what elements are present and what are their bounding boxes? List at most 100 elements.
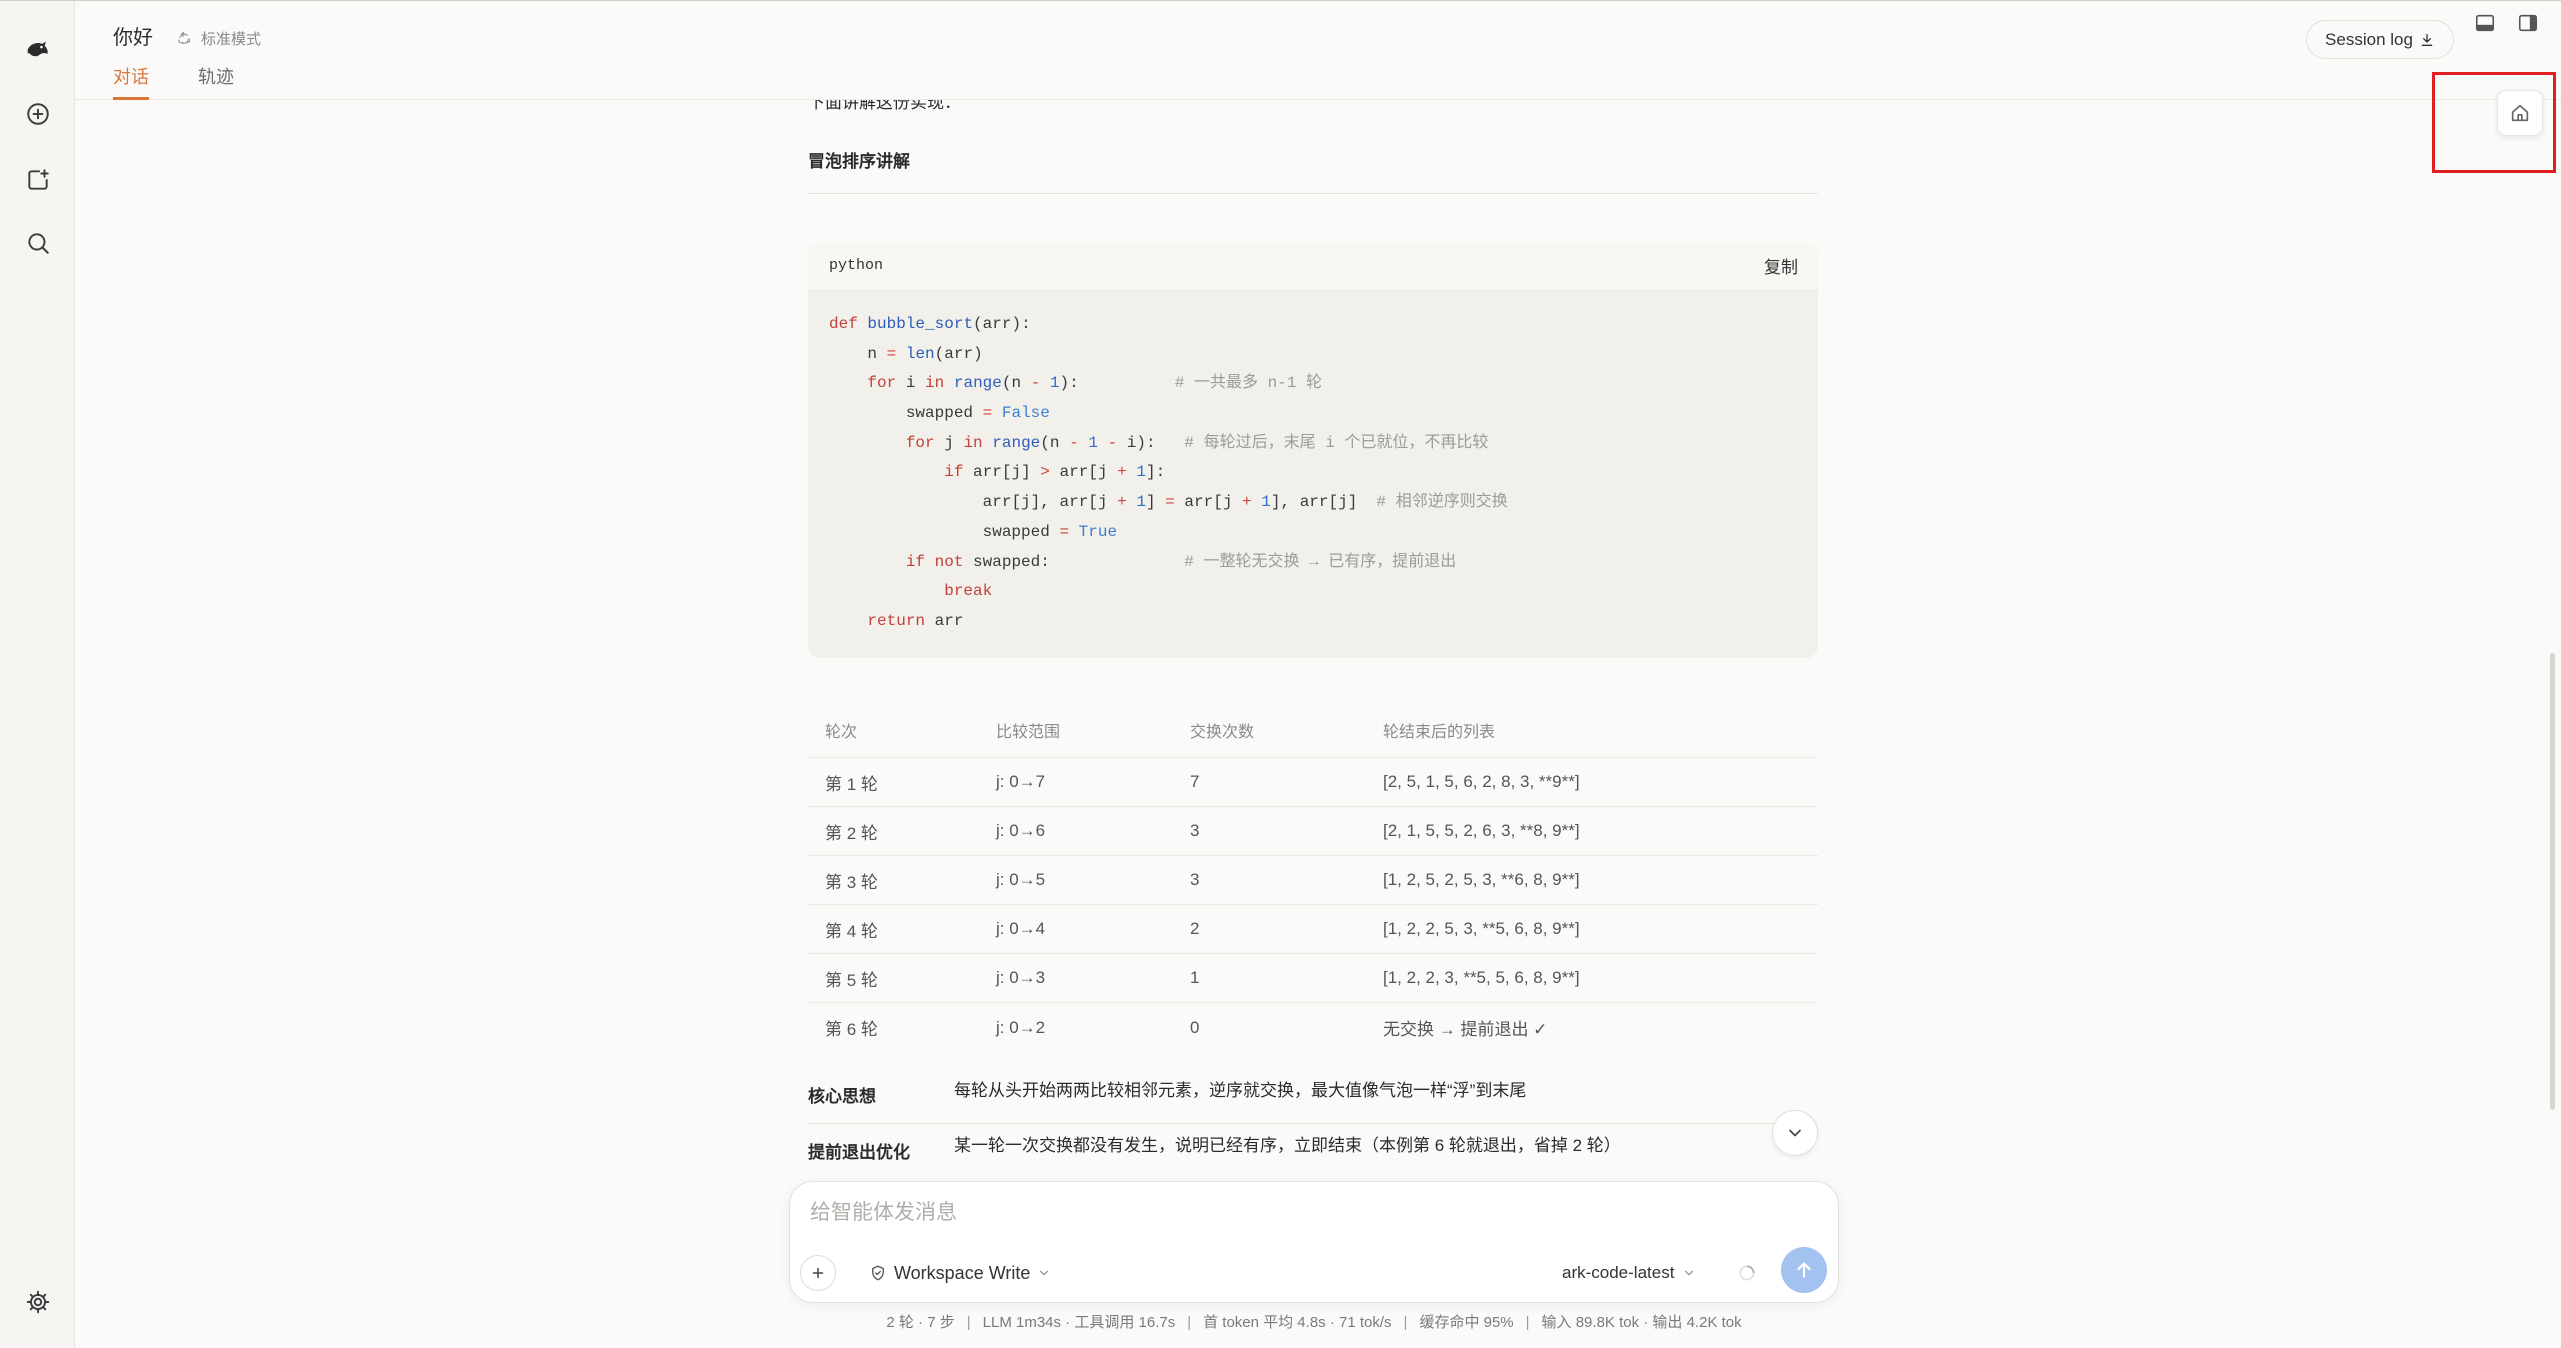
code-token: n <box>1011 374 1022 393</box>
chevron-down-icon <box>1040 1270 1049 1276</box>
scrollbar-thumb[interactable] <box>2550 653 2555 1110</box>
tab-trajectory[interactable]: 轨迹 <box>198 65 234 100</box>
chevron-wrap <box>1037 1266 1051 1280</box>
new-project-button[interactable] <box>21 163 55 197</box>
code-token: ) <box>1059 374 1070 393</box>
code-line: swapped = False <box>829 399 1797 429</box>
code-token: not <box>934 552 964 571</box>
loading-spinner <box>1737 1263 1757 1283</box>
code-token: arr <box>1184 493 1214 512</box>
table-cell: [1, 2, 2, 3, **5, 5, 6, 8, 9**] <box>1383 968 1580 987</box>
home-icon <box>2511 104 2529 122</box>
code-token: = <box>886 344 897 363</box>
code-token: 1 <box>1088 433 1098 452</box>
code-line: if arr[j] > arr[j + 1]: <box>829 458 1797 488</box>
code-token: 1 <box>1136 493 1146 512</box>
shield-icon <box>872 1265 884 1281</box>
scroll-to-bottom-button[interactable] <box>1772 1110 1818 1156</box>
code-token: - <box>1107 433 1118 452</box>
permission-icon-wrap <box>869 1264 887 1282</box>
table-cell: [1, 2, 2, 5, 3, **5, 6, 8, 9**] <box>1383 919 1580 938</box>
settings-button[interactable] <box>21 1285 55 1319</box>
new-chat-button[interactable] <box>21 97 55 131</box>
search-button[interactable] <box>21 226 55 260</box>
session-log-button[interactable]: Session log <box>2306 20 2454 59</box>
code-token: ) <box>973 344 983 363</box>
panel-bottom-icon <box>2475 14 2495 32</box>
message-input[interactable] <box>810 1198 1810 1228</box>
table-header-cell: 比较范围 <box>996 723 1061 741</box>
table-header-cell: 轮次 <box>825 723 858 741</box>
code-line: swapped = True <box>829 518 1797 548</box>
stat-separator: | <box>966 1314 971 1331</box>
code-token: ] <box>1347 493 1358 512</box>
code-token: for <box>905 433 935 452</box>
table-cell: 2 <box>1190 919 1200 938</box>
code-token: bubble_sort <box>867 315 974 333</box>
table-header-cell: 轮结束后的列表 <box>1383 723 1496 741</box>
code-token: 1 <box>1261 493 1271 512</box>
send-button[interactable] <box>1781 1247 1827 1293</box>
code-token: ) <box>1136 433 1146 452</box>
table-cell: [2, 1, 5, 5, 2, 6, 3, **8, 9**] <box>1383 821 1580 840</box>
app-logo-icon <box>27 41 48 57</box>
code-token: i <box>905 374 916 393</box>
code-token: break <box>944 582 993 601</box>
code-token: - <box>1030 374 1041 393</box>
permission-selector[interactable]: Workspace Write <box>869 1262 1051 1284</box>
session-log-label: Session log <box>2325 29 2413 49</box>
code-token: j <box>1222 493 1233 512</box>
table-cell: [1, 2, 5, 2, 5, 3, **6, 8, 9**] <box>1383 870 1580 889</box>
toggle-right-panel-button[interactable] <box>2517 12 2539 34</box>
code-token: arr <box>1059 463 1089 482</box>
table-cell: 1 <box>1190 968 1200 987</box>
tab-label: 对话 <box>113 67 149 87</box>
code-token: ] <box>1145 463 1156 482</box>
table-cell: 3 <box>1190 821 1200 840</box>
model-selector[interactable]: ark-code-latest <box>1562 1262 1696 1284</box>
window-top-border <box>0 0 2561 1</box>
spinner-icon <box>1739 1265 1755 1281</box>
code-header: python 复制 <box>808 242 1818 289</box>
permission-label: Workspace Write <box>894 1262 1031 1283</box>
home-button[interactable] <box>2497 90 2543 136</box>
code-token: = <box>982 404 993 423</box>
mode-indicator[interactable]: 标准模式 <box>176 28 261 48</box>
copy-code-button[interactable]: 复制 <box>1764 253 1798 278</box>
table-cell: j: 0→4 <box>996 919 1046 938</box>
code-token: [ <box>1328 493 1339 512</box>
tab-conversation[interactable]: 对话 <box>113 65 149 100</box>
code-token: i <box>1126 433 1137 452</box>
code-line: if not swapped: # 一整轮无交换 → 已有序，提前退出 <box>829 548 1797 578</box>
toggle-bottom-panel-button[interactable] <box>2474 12 2496 34</box>
code-line: def bubble_sort(arr): <box>829 310 1797 340</box>
code-token: 1 <box>1049 374 1060 393</box>
app-logo[interactable] <box>21 32 55 66</box>
code-token: if <box>905 552 926 571</box>
code-comment: # 相邻逆序则交换 <box>1376 493 1508 512</box>
code-token: True <box>1078 522 1118 541</box>
code-token: + <box>1117 463 1127 482</box>
code-block: python 复制 def bubble_sort(arr): n = len(… <box>808 242 1818 658</box>
code-token: arr <box>982 493 1012 512</box>
code-token: ] <box>1021 463 1031 482</box>
code-token: return <box>867 611 926 630</box>
attach-button[interactable] <box>800 1255 836 1291</box>
settings-gear-icon <box>26 1290 50 1314</box>
